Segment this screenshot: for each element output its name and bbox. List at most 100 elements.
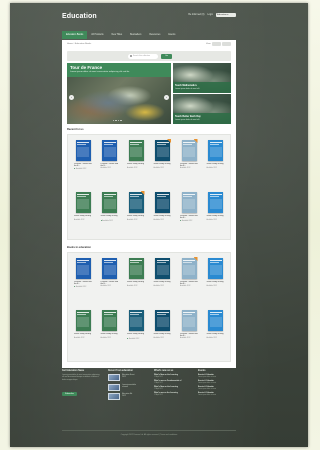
side-promo-2[interactable]: Teach Better Each Day Lorem ipsum dolor …	[173, 94, 231, 124]
book-cover[interactable]	[208, 140, 223, 161]
carousel-dot[interactable]	[120, 120, 122, 122]
book-cover[interactable]	[155, 310, 170, 331]
book-title[interactable]: Pearson - Maths and the E...	[72, 281, 94, 286]
book-cover[interactable]	[181, 257, 198, 279]
book-card[interactable]: Social Study Writing Available 2012	[125, 140, 147, 169]
book-card[interactable]: Pearson - Maths and the E... Available 20…	[178, 192, 200, 222]
view-toggle-list[interactable]	[222, 42, 231, 46]
nav-item-education-books[interactable]: Education Books	[62, 31, 88, 39]
footer-event-item[interactable]: Events & Calendar Lorem ipsum dolor sit a…	[198, 386, 236, 390]
top-link-login[interactable]: Login	[207, 14, 213, 16]
book-title[interactable]: Pearson - Maths and the E...	[99, 163, 121, 168]
book-title[interactable]: Social Study Writing	[152, 281, 174, 286]
book-cover[interactable]	[102, 140, 117, 161]
book-title[interactable]: Social Study Writing	[205, 333, 227, 338]
book-card[interactable]: Pearson - Maths and the E... Available 20…	[99, 258, 121, 287]
book-cover[interactable]	[75, 192, 91, 213]
book-card[interactable]: Social Study Writing Available 2012	[205, 310, 227, 339]
footer-event-item[interactable]: Events & Calendar Lorem ipsum dolor sit a…	[198, 392, 236, 396]
book-cover[interactable]	[102, 192, 117, 213]
book-card[interactable]: Social Study Writing Available 2012	[152, 310, 174, 339]
book-title[interactable]: Social Study Writing	[125, 281, 147, 286]
footer-news-item[interactable]: What's New on the Learning 12 April 2012	[154, 386, 192, 390]
book-title[interactable]: Social Study Writing	[125, 333, 147, 338]
carousel-dot[interactable]	[117, 120, 120, 122]
book-cover[interactable]	[181, 310, 197, 331]
book-cover[interactable]	[181, 139, 198, 161]
book-title[interactable]: Social Study Writing	[152, 163, 174, 168]
book-title[interactable]: Social Study Writing	[125, 163, 147, 168]
book-cover[interactable]	[181, 192, 197, 213]
book-cover[interactable]	[155, 139, 171, 161]
hero-carousel[interactable]: Tour de France Lorem ipsum dolor sit ame…	[67, 63, 171, 124]
nav-item-all-products[interactable]: All Products	[87, 31, 107, 39]
book-card[interactable]: Pearson - Maths and the E... Available 20…	[178, 310, 200, 339]
view-toggle-grid[interactable]	[212, 42, 221, 46]
book-card[interactable]: Pearson - Maths and the E... Available 20…	[72, 258, 94, 288]
book-title[interactable]: Pearson - Maths and the E...	[99, 281, 121, 286]
book-cover[interactable]	[102, 258, 117, 279]
book-card[interactable]: Social Study Writing Available 2012	[125, 310, 147, 340]
book-title[interactable]: Social Study Writing	[72, 215, 94, 220]
footer-news-item[interactable]: What's New on the Learning 12 April 2012	[154, 374, 192, 378]
footer-event-item[interactable]: Events & Calendar Lorem ipsum dolor sit a…	[198, 380, 236, 384]
carousel-dot[interactable]	[115, 120, 117, 122]
book-card[interactable]: Social Study Writing Available 2012	[152, 192, 174, 221]
book-card[interactable]: Pearson - Maths and the E... Available 20…	[178, 139, 200, 169]
book-title[interactable]: Social Study Writing	[152, 215, 174, 220]
nav-item-events[interactable]: Events	[164, 31, 179, 39]
footer-recent-item[interactable]: Education Ed. 2012	[108, 393, 148, 400]
book-cover[interactable]	[128, 258, 144, 279]
carousel-dot[interactable]	[113, 120, 115, 122]
book-title[interactable]: Pearson - Maths and the E...	[178, 163, 200, 168]
book-card[interactable]: Pearson - Maths and the E... Available 20…	[178, 257, 200, 287]
book-cover[interactable]	[208, 310, 223, 331]
book-title[interactable]: Social Study Writing	[99, 333, 121, 338]
book-cover[interactable]	[155, 258, 170, 279]
book-cover[interactable]	[128, 191, 145, 213]
book-cover[interactable]	[102, 310, 117, 331]
book-card[interactable]: Social Study Writing Available 2012	[205, 140, 227, 169]
book-card[interactable]: Social Study Writing Available 2012	[205, 192, 227, 221]
footer-recent-item[interactable]: Education Event 2012	[108, 374, 148, 381]
book-title[interactable]: Social Study Writing	[99, 215, 121, 220]
book-title[interactable]: Social Study Writing	[72, 333, 94, 338]
book-cover[interactable]	[75, 310, 91, 331]
book-cover[interactable]	[208, 258, 223, 279]
subscribe-button[interactable]: Subscribe	[62, 391, 77, 396]
book-card[interactable]: Social Study Writing Available 2012	[125, 258, 147, 287]
breadcrumb[interactable]: Home › Education Books	[67, 43, 91, 45]
book-cover[interactable]	[75, 258, 91, 279]
footer-news-item[interactable]: What's new on Fundamentals of 12 April 20…	[154, 380, 192, 384]
footer-news-item[interactable]: What's new on the Learning 12 April 2012	[154, 392, 192, 396]
book-cover[interactable]	[75, 140, 91, 161]
book-cover[interactable]	[128, 310, 144, 331]
book-title[interactable]: Pearson - Maths and the E...	[178, 281, 200, 286]
book-card[interactable]: Social Study Writing Available 2012	[152, 258, 174, 287]
site-logo[interactable]: Education	[62, 13, 97, 20]
book-title[interactable]: Social Study Writing	[205, 163, 227, 168]
book-card[interactable]: Social Study Writing Available 2012	[72, 310, 94, 339]
search-input[interactable]: Search this collection	[128, 53, 158, 59]
book-card[interactable]: Social Study Writing Available 2012	[72, 192, 94, 221]
book-card[interactable]: Social Study Writing Available 2012	[152, 139, 174, 169]
book-title[interactable]: Pearson - Maths and the E...	[178, 333, 200, 338]
book-cover[interactable]	[128, 140, 144, 161]
book-title[interactable]: Social Study Writing	[205, 281, 227, 286]
carousel-prev-icon[interactable]: ‹	[69, 95, 74, 100]
book-card[interactable]: Social Study Writing Available 2012	[125, 191, 147, 221]
nav-item-new-titles[interactable]: New Titles	[108, 31, 127, 39]
book-title[interactable]: Social Study Writing	[125, 215, 147, 220]
book-title[interactable]: Pearson - Maths and the E...	[72, 163, 94, 168]
book-title[interactable]: Pearson - Maths and the E...	[178, 215, 200, 220]
book-card[interactable]: Pearson - Maths and the E... Available 20…	[99, 140, 121, 169]
nav-item-resources[interactable]: Resources	[145, 31, 164, 39]
book-card[interactable]: Social Study Writing Available 2012	[205, 258, 227, 287]
book-card[interactable]: Pearson - Maths and the E... Available 20…	[72, 140, 94, 170]
footer-event-item[interactable]: Events & Calendar Lorem ipsum dolor sit a…	[198, 374, 236, 378]
footer-recent-item[interactable]: Lorem ipsum dolor sit amet	[108, 383, 148, 391]
side-promo-1[interactable]: Teach Mathematics Lorem ipsum dolor sit …	[173, 63, 231, 93]
book-cover[interactable]	[208, 192, 223, 213]
book-card[interactable]: Social Study Writing Available 2012	[99, 310, 121, 339]
book-title[interactable]: Social Study Writing	[205, 215, 227, 220]
